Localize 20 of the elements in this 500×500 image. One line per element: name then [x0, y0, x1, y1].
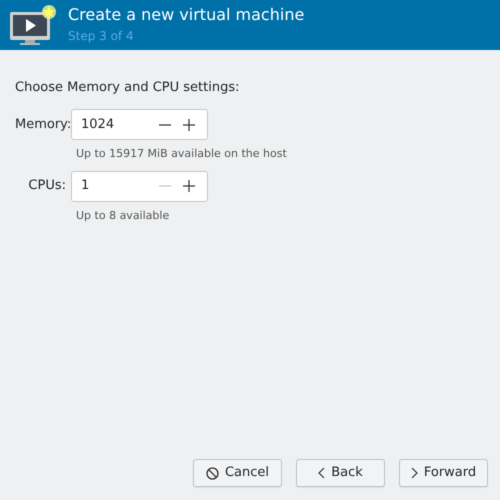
spin-value: 1024	[81, 116, 116, 134]
spin-box[interactable]: 1	[71, 170, 208, 202]
forward-button[interactable]: Forward	[399, 459, 488, 487]
back-button[interactable]: Back	[296, 459, 385, 487]
step-indicator: Step 3 of 4	[68, 28, 135, 45]
field-hint: Up to 15917 MiB available on the host	[76, 146, 288, 162]
plus-icon	[183, 180, 195, 192]
monitor-play-icon	[8, 4, 56, 46]
dialog-title: Create a new virtual machine	[68, 4, 304, 26]
chevron-left-icon	[318, 467, 326, 479]
field-hint: Up to 8 available	[76, 208, 170, 224]
cancel-button[interactable]: Cancel	[193, 459, 282, 487]
field-label: CPUs:	[27, 177, 67, 196]
chevron-right-icon	[410, 467, 418, 479]
cancel-icon	[206, 466, 219, 480]
plus-icon	[183, 118, 195, 130]
section-prompt: Choose Memory and CPU settings:	[15, 79, 241, 97]
field-label: Memory:	[15, 116, 71, 134]
spin-box[interactable]: 1024	[71, 109, 208, 140]
spin-value: 1	[81, 177, 90, 196]
